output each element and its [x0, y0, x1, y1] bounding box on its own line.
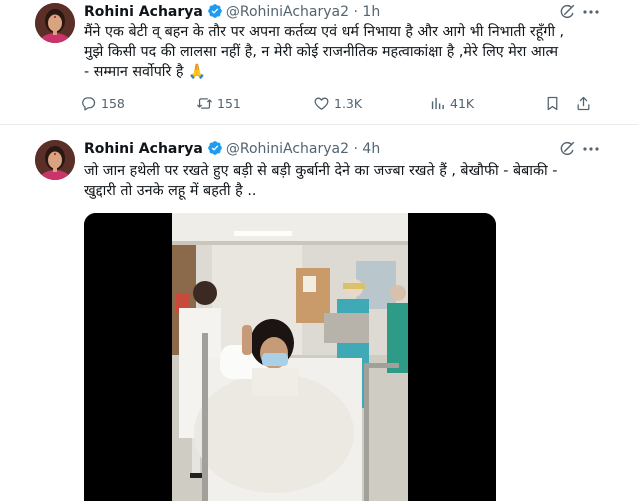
- bookmark-icon: [544, 95, 561, 112]
- tweet-text: जो जान हथेली पर रखते हुए बड़ी से बड़ी कु…: [84, 163, 558, 199]
- timestamp[interactable]: 4h: [362, 141, 380, 157]
- tweet[interactable]: Rohini Acharya @RohiniAcharya2 · 1h मैंने…: [0, 0, 638, 125]
- grok-icon[interactable]: [558, 3, 576, 21]
- like-icon: [313, 95, 330, 112]
- reply-count: 158: [101, 96, 125, 111]
- tweet-text: मैंने एक बेटी व् बहन के तौर पर अपना कर्त…: [84, 24, 565, 80]
- author-handle[interactable]: @RohiniAcharya2: [226, 141, 349, 157]
- separator: ·: [353, 4, 358, 20]
- avatar[interactable]: [35, 140, 75, 180]
- avatar-image: [35, 3, 75, 43]
- reply-icon: [80, 95, 97, 112]
- repost-count: 151: [217, 96, 241, 111]
- repost-button[interactable]: 151: [196, 94, 241, 114]
- avatar-image: [35, 140, 75, 180]
- verified-badge-icon: [207, 3, 223, 19]
- tweet-actions: 158 151 1.3K 41K: [80, 94, 600, 114]
- more-icon[interactable]: [582, 3, 600, 21]
- bookmark-button[interactable]: [544, 94, 565, 114]
- views-count: 41K: [450, 96, 475, 111]
- author-handle[interactable]: @RohiniAcharya2: [226, 4, 349, 20]
- tweet-video[interactable]: [84, 213, 496, 501]
- repost-icon: [196, 95, 213, 112]
- verified-badge-icon: [207, 140, 223, 156]
- more-icon[interactable]: [582, 140, 600, 158]
- video-frame: [84, 213, 496, 501]
- tweet-header: Rohini Acharya @RohiniAcharya2 · 4h: [84, 139, 380, 159]
- grok-icon[interactable]: [558, 140, 576, 158]
- views-icon: [429, 95, 446, 112]
- views-button[interactable]: 41K: [429, 94, 474, 114]
- like-button[interactable]: 1.3K: [313, 94, 362, 114]
- author-name[interactable]: Rohini Acharya: [84, 141, 203, 157]
- timestamp[interactable]: 1h: [362, 4, 380, 20]
- tweet[interactable]: Rohini Acharya @RohiniAcharya2 · 4h जो जा…: [0, 124, 638, 501]
- like-count: 1.3K: [334, 96, 363, 111]
- reply-button[interactable]: 158: [80, 94, 125, 114]
- tweet-header: Rohini Acharya @RohiniAcharya2 · 1h: [84, 2, 380, 22]
- share-icon: [575, 95, 592, 112]
- avatar[interactable]: [35, 3, 75, 43]
- separator: ·: [353, 141, 358, 157]
- author-name[interactable]: Rohini Acharya: [84, 4, 203, 20]
- share-button[interactable]: [575, 94, 596, 114]
